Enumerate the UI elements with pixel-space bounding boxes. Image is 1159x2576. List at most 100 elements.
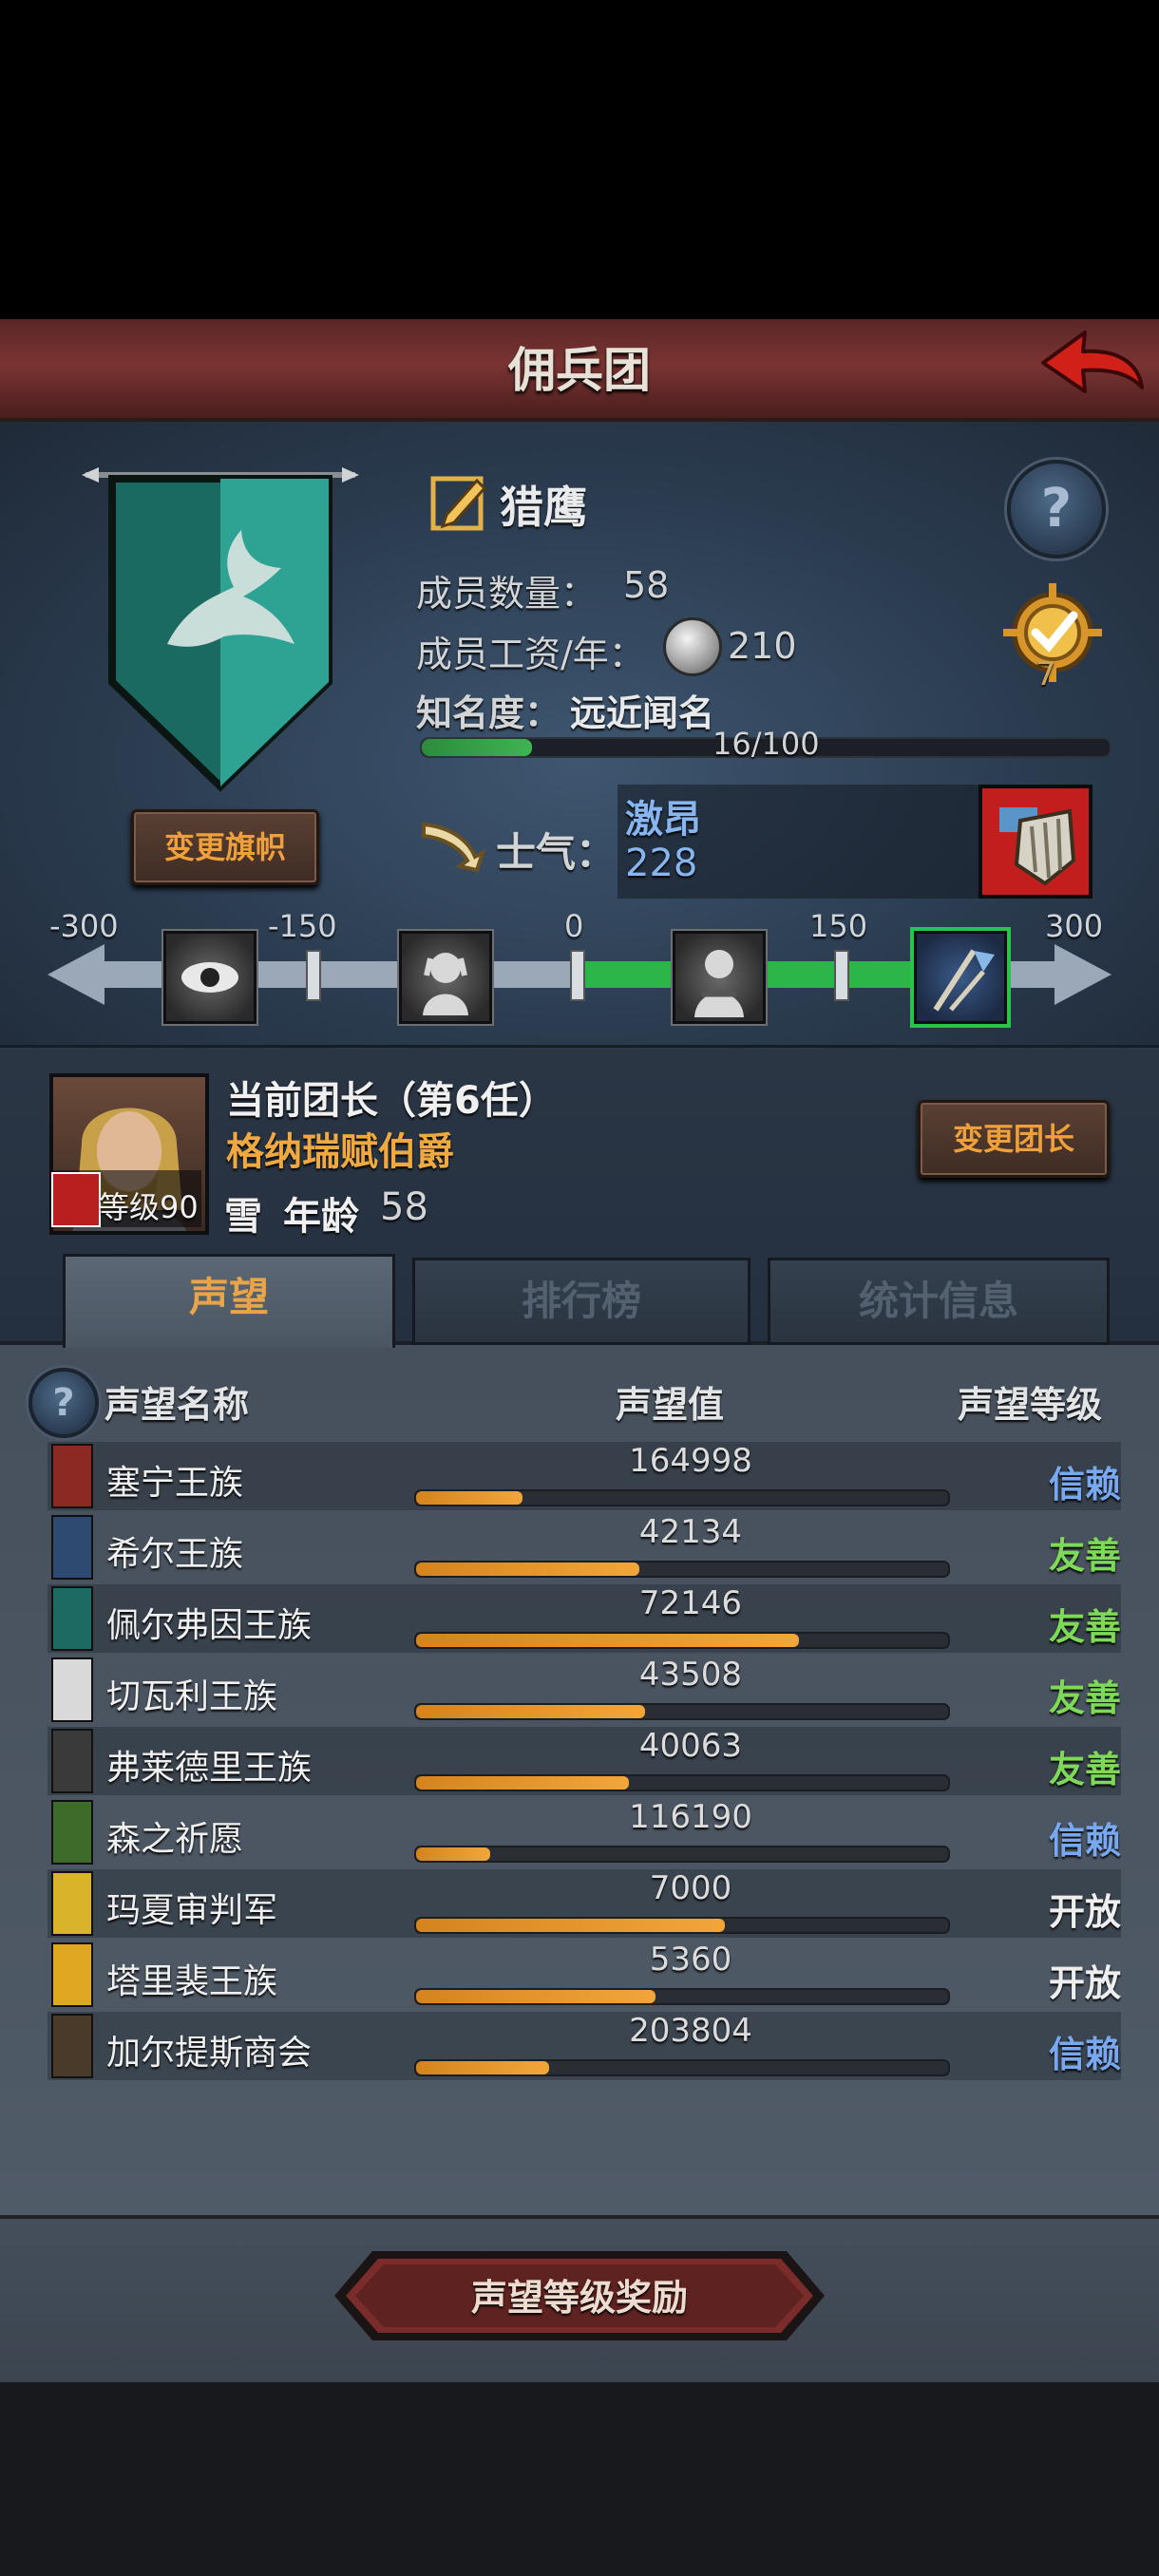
company-name: 猎鹰 xyxy=(500,482,587,533)
reputation-row[interactable]: 切瓦利王族 43508 友善 xyxy=(48,1656,1121,1724)
reputation-progress-fill xyxy=(416,1990,656,2003)
faction-reputation-value: 5360 xyxy=(649,1941,732,1979)
morale-excited-icon[interactable] xyxy=(914,931,1007,1024)
tab-ranking[interactable]: 排行榜 xyxy=(412,1258,750,1345)
faction-reputation-value: 116190 xyxy=(629,1798,752,1836)
reputation-progress-bar xyxy=(414,1561,950,1578)
faction-name: 塔里裴王族 xyxy=(106,1962,278,2001)
faction-reputation-level: 友善 xyxy=(1048,1606,1121,1648)
reputation-row[interactable]: 希尔王族 42134 友善 xyxy=(48,1513,1121,1582)
footer-area xyxy=(0,2382,1159,2576)
help-button[interactable]: ? xyxy=(1007,460,1106,559)
faction-name: 切瓦利王族 xyxy=(106,1677,278,1716)
faction-name: 佩尔弗因王族 xyxy=(106,1606,313,1645)
reputation-progress-fill xyxy=(416,1563,640,1576)
tick-label: 0 xyxy=(564,908,584,944)
back-arrow-icon xyxy=(1041,331,1144,393)
faction-reputation-level: 开放 xyxy=(1048,1962,1121,2004)
reputation-progress-bar xyxy=(414,1703,950,1720)
reputation-progress-bar xyxy=(414,1988,950,2005)
reputation-row[interactable]: 弗莱德里王族 40063 友善 xyxy=(48,1727,1121,1795)
reward-button-label: 声望等级奖励 xyxy=(470,2277,688,2319)
reputation-progress-bar xyxy=(414,1632,950,1649)
faction-reputation-value: 40063 xyxy=(638,1727,743,1765)
morale-tick-minus150 xyxy=(306,950,321,1001)
leader-name: 格纳瑞赋伯爵 xyxy=(226,1130,454,1174)
salary-label: 成员工资/年： xyxy=(416,634,645,675)
question-icon: ? xyxy=(1040,478,1073,540)
faction-reputation-level: 信赖 xyxy=(1048,1820,1121,1862)
faction-reputation-value: 42134 xyxy=(638,1513,743,1551)
faction-crest-icon xyxy=(51,1515,93,1580)
faction-reputation-value: 43508 xyxy=(638,1656,743,1694)
morale-tick-0 xyxy=(570,950,585,1001)
morale-despair-icon[interactable] xyxy=(399,931,492,1024)
reputation-progress-fill xyxy=(416,2061,549,2074)
reputation-help-button[interactable]: ? xyxy=(28,1368,99,1438)
change-banner-button[interactable]: 变更旗帜 xyxy=(131,809,319,885)
faction-crest-icon xyxy=(51,1444,93,1508)
reputation-row[interactable]: 塔里裴王族 5360 开放 xyxy=(48,1941,1121,2009)
reputation-progress-fill xyxy=(416,1776,629,1790)
shield-wall-icon[interactable] xyxy=(978,785,1092,899)
silver-coin-icon xyxy=(663,617,722,676)
col-header-value: 声望值 xyxy=(616,1384,725,1426)
faction-reputation-level: 友善 xyxy=(1048,1677,1121,1719)
faction-name: 塞宁王族 xyxy=(106,1464,244,1503)
faction-reputation-value: 164998 xyxy=(629,1442,752,1480)
page-title: 佣兵团 xyxy=(508,343,651,398)
morale-tick-150 xyxy=(834,950,849,1001)
tab-statistics[interactable]: 统计信息 xyxy=(768,1258,1110,1345)
edit-name-icon[interactable] xyxy=(428,471,490,534)
members-value: 58 xyxy=(623,564,670,606)
faction-reputation-value: 72146 xyxy=(638,1584,743,1622)
faction-reputation-level: 信赖 xyxy=(1048,1464,1121,1506)
reputation-row[interactable]: 加尔提斯商会 203804 信赖 xyxy=(48,2012,1121,2080)
fame-progress-text: 16/100 xyxy=(712,726,820,762)
faction-name: 玛夏审判军 xyxy=(106,1891,278,1930)
reputation-progress-bar xyxy=(414,1489,950,1506)
tick-label: 300 xyxy=(1045,908,1104,944)
reputation-progress-bar xyxy=(414,1917,950,1934)
faction-crest-icon xyxy=(51,1871,93,1936)
morale-eye-icon[interactable] xyxy=(163,931,256,1024)
reputation-row[interactable]: 塞宁王族 164998 信赖 xyxy=(48,1442,1121,1510)
leader-trait: 雪 xyxy=(224,1195,262,1239)
faction-crest-icon xyxy=(51,1800,93,1865)
morale-value: 228 xyxy=(625,842,698,885)
leader-title: 当前团长（第6任） xyxy=(226,1079,557,1123)
faction-name: 弗莱德里王族 xyxy=(106,1749,313,1788)
faction-crest-icon xyxy=(51,1942,93,2007)
col-header-level: 声望等级 xyxy=(958,1384,1103,1426)
faction-reputation-level: 开放 xyxy=(1048,1891,1121,1933)
faction-reputation-level: 信赖 xyxy=(1048,2034,1121,2075)
reputation-progress-fill xyxy=(416,1847,491,1861)
morale-calm-icon[interactable] xyxy=(673,931,766,1024)
reputation-row[interactable]: 森之祈愿 116190 信赖 xyxy=(48,1798,1121,1866)
reputation-progress-fill xyxy=(416,1491,522,1505)
faction-crest-icon xyxy=(51,1729,93,1793)
faction-reputation-value: 7000 xyxy=(649,1869,732,1907)
reputation-reward-button[interactable]: 声望等级奖励 xyxy=(331,2249,828,2342)
reputation-progress-fill xyxy=(416,1634,800,1647)
question-icon: ? xyxy=(52,1381,75,1425)
faction-crest-icon xyxy=(51,2014,93,2078)
tab-reputation[interactable]: 声望 xyxy=(63,1254,395,1348)
faction-reputation-level: 友善 xyxy=(1048,1535,1121,1577)
col-header-name: 声望名称 xyxy=(104,1384,250,1426)
faction-name: 加尔提斯商会 xyxy=(106,2034,313,2073)
reputation-progress-bar xyxy=(414,1774,950,1791)
fame-label: 知名度： xyxy=(416,692,561,734)
change-leader-button[interactable]: 变更团长 xyxy=(918,1100,1110,1178)
faction-name: 希尔王族 xyxy=(106,1535,244,1574)
leader-age-value: 58 xyxy=(380,1185,428,1229)
reputation-progress-bar xyxy=(414,1846,950,1863)
faction-name: 森之祈愿 xyxy=(106,1820,244,1859)
reputation-row[interactable]: 佩尔弗因王族 72146 友善 xyxy=(48,1584,1121,1653)
company-banner xyxy=(82,464,359,796)
salary-value: 210 xyxy=(728,625,797,667)
back-button[interactable] xyxy=(1036,327,1148,408)
faction-crest-icon xyxy=(51,1657,93,1722)
reputation-row[interactable]: 玛夏审判军 7000 开放 xyxy=(48,1869,1121,1938)
badge-count: 7 xyxy=(1036,655,1056,693)
